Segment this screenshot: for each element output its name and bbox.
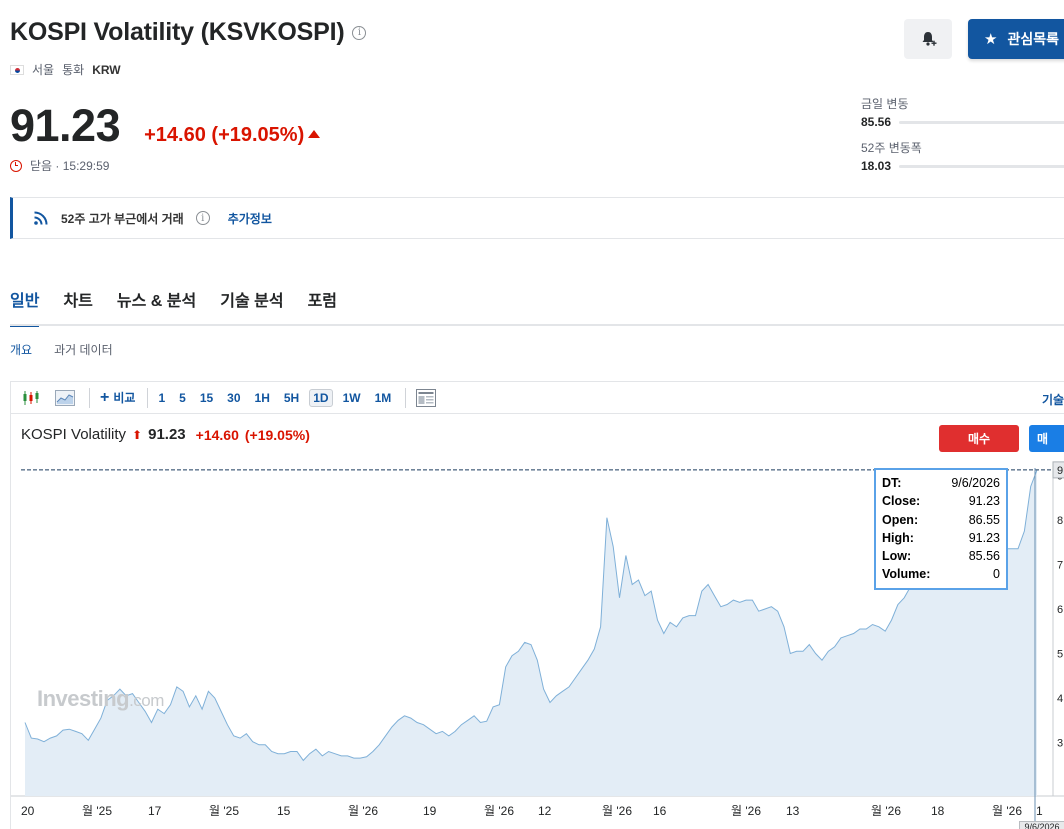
y-tick-label: 7: [1057, 559, 1063, 571]
y-tick-label: 6: [1057, 604, 1063, 616]
subtab-historical-data[interactable]: 과거 데이터: [54, 341, 113, 358]
rss-icon: [34, 211, 48, 225]
y-tick-label: 5: [1057, 648, 1063, 660]
x-tick-label: 월 '26: [602, 804, 632, 818]
last-price-badge-label: 9: [1057, 465, 1063, 477]
day-range-bar: [899, 120, 1064, 124]
x-tick-label: 월 '26: [992, 804, 1022, 818]
last-price: 91.23: [10, 100, 121, 151]
signal-info-icon[interactable]: i: [195, 211, 210, 225]
exchange-name: 서울: [32, 63, 55, 77]
x-tick-label: 15: [277, 804, 291, 818]
star-icon: ★: [984, 31, 998, 48]
week52-range-low: 18.03: [861, 159, 892, 173]
tooltip-row: DT: 9/6/2026: [882, 474, 1000, 492]
tooltip-row: Low: 85.56: [882, 547, 1000, 565]
watermark-brand: Investing: [37, 686, 130, 711]
y-tick-label: 4: [1057, 693, 1063, 705]
watermark-suffix: .com: [129, 691, 164, 710]
tab-news-analysis[interactable]: 뉴스 & 분석: [117, 287, 196, 327]
price-chart[interactable]: 9876543920월 '2517월 '2515월 '2619월 '2612월 …: [11, 382, 1064, 829]
y-tick-label: 3: [1057, 738, 1063, 750]
watchlist-label: 관심목록: [1007, 31, 1059, 47]
x-tick-label: 12: [538, 804, 552, 818]
tooltip-row: Close: 91.23: [882, 492, 1000, 510]
clock-icon: [10, 159, 22, 172]
tooltip-value: 85.56: [968, 549, 1000, 564]
tooltip-key: Low:: [882, 549, 912, 564]
price-change: +14.60 (+19.05%): [144, 124, 321, 147]
alert-button[interactable]: [904, 19, 952, 59]
instrument-header: KOSPI Volatility (KSVKOSPI) i: [10, 18, 367, 47]
tooltip-row: High: 91.23: [882, 529, 1000, 547]
tooltip-value: 91.23: [968, 530, 1000, 545]
x-tick-label: 월 '25: [209, 804, 239, 818]
quote-row: 91.23 +14.60 (+19.05%): [10, 100, 321, 152]
investing-watermark: Investing.com: [37, 686, 164, 712]
tooltip-value: 0: [993, 567, 1000, 582]
sub-tabs: 개요 과거 데이터: [10, 341, 113, 358]
page-title: KOSPI Volatility (KSVKOSPI): [10, 18, 345, 46]
tooltip-row: Open: 86.55: [882, 511, 1000, 529]
main-tabs: 일반 차트 뉴스 & 분석 기술 분석 포럼: [10, 287, 337, 327]
y-tick-label: 8: [1057, 515, 1063, 527]
day-range-low: 85.56: [861, 115, 892, 129]
data-tooltip: DT: 9/6/2026 Close: 91.23 Open: 86.55 High: 91.…: [874, 468, 1008, 590]
up-arrow-icon: [308, 129, 321, 138]
subtab-overview[interactable]: 개요: [10, 341, 32, 358]
tab-technical[interactable]: 기술 분석: [220, 287, 283, 327]
x-tick-label: 월 '26: [871, 804, 901, 818]
crosshair-date-badge: 9/6/2026: [1019, 821, 1064, 829]
range-panel: 금일 변동 85.56 52주 변동폭 18.03: [861, 95, 1064, 183]
watchlist-button[interactable]: ★ 관심목록: [968, 19, 1064, 59]
tooltip-row: Volume: 0: [882, 565, 1000, 583]
x-tick-label: 월 '26: [731, 804, 761, 818]
tooltip-key: High:: [882, 530, 914, 545]
chart-widget: + 비교 1 5 15 30 1H 5H 1D 1W 1M 기술 KOSPI V…: [10, 381, 1064, 829]
week52-range: 52주 변동폭 18.03: [861, 139, 1064, 173]
currency-code: KRW: [92, 62, 121, 77]
korea-flag-icon: [10, 64, 24, 75]
bell-plus-icon: [922, 32, 937, 46]
x-tick-label: 13: [786, 804, 800, 818]
exchange-meta: 서울 통화 KRW: [10, 61, 121, 78]
tooltip-key: Open:: [882, 512, 919, 527]
tooltip-value: 9/6/2026: [951, 476, 1000, 490]
x-tick-label: 1: [1036, 804, 1043, 818]
tooltip-key: Close:: [882, 494, 921, 509]
day-range: 금일 변동 85.56: [861, 95, 1064, 129]
info-icon[interactable]: i: [352, 25, 367, 40]
market-status-text: 닫음 · 15:29:59: [30, 159, 110, 173]
tooltip-value: 91.23: [968, 494, 1000, 509]
week52-range-bar: [899, 164, 1064, 168]
currency-label: 통화: [62, 63, 85, 77]
tooltip-value: 86.55: [968, 512, 1000, 527]
market-status: 닫음 · 15:29:59: [10, 157, 109, 174]
x-tick-label: 월 '25: [82, 804, 112, 818]
week52-range-label: 52주 변동폭: [861, 141, 922, 155]
x-tick-label: 20: [21, 804, 35, 818]
tab-general[interactable]: 일반: [10, 287, 40, 327]
x-tick-label: 16: [653, 804, 667, 818]
tooltip-key: Volume:: [882, 567, 931, 582]
x-tick-label: 18: [931, 804, 945, 818]
day-range-label: 금일 변동: [861, 97, 909, 111]
price-change-value: +14.60 (+19.05%): [144, 124, 305, 146]
x-tick-label: 월 '26: [348, 804, 378, 818]
tabs-divider: [10, 324, 1064, 326]
signal-text: 52주 고가 부근에서 거래: [61, 211, 184, 226]
tooltip-key: DT:: [882, 476, 902, 490]
x-tick-label: 월 '26: [484, 804, 514, 818]
x-tick-label: 19: [423, 804, 437, 818]
signal-banner: 52주 고가 부근에서 거래 i 추가정보: [10, 197, 1064, 239]
tab-forum[interactable]: 포럼: [308, 287, 337, 327]
more-info-link[interactable]: 추가정보: [228, 210, 272, 227]
tab-chart[interactable]: 차트: [63, 287, 92, 327]
x-tick-label: 17: [148, 804, 162, 818]
